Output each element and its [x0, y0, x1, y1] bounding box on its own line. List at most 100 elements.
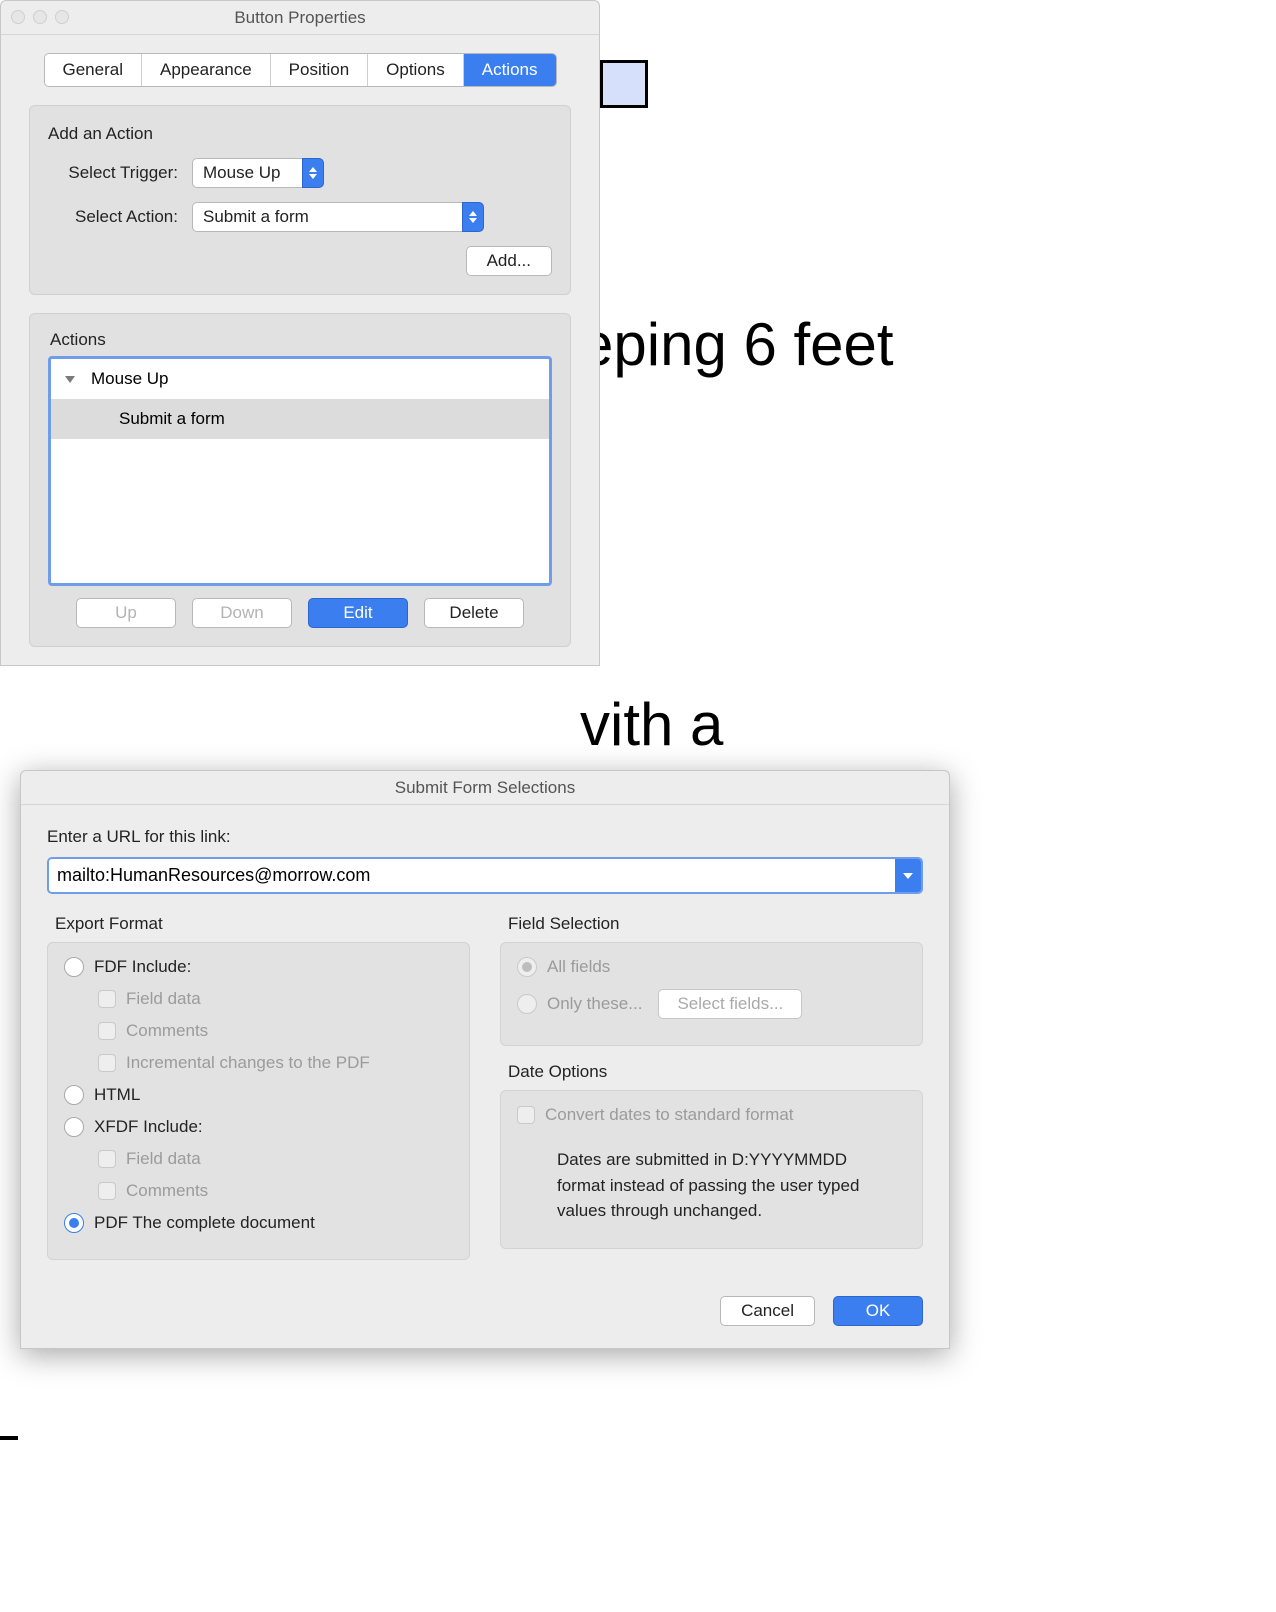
trigger-value: Mouse Up: [192, 158, 302, 188]
actions-item-label: Submit a form: [119, 409, 225, 429]
radio-xfdf[interactable]: XFDF Include:: [64, 1117, 453, 1137]
right-column: Field Selection All fields Only these...…: [500, 914, 923, 1276]
radio-label: FDF Include:: [94, 957, 191, 977]
check-convert-dates: Convert dates to standard format: [517, 1105, 906, 1125]
checkbox-icon: [98, 1054, 116, 1072]
radio-icon: [64, 957, 84, 977]
button-properties-window: Button Properties General Appearance Pos…: [0, 0, 600, 666]
bg-button-preview: [600, 60, 648, 108]
url-input[interactable]: [49, 859, 895, 892]
url-label: Enter a URL for this link:: [47, 827, 923, 847]
checkbox-icon: [98, 1182, 116, 1200]
trigger-select[interactable]: Mouse Up: [192, 158, 324, 188]
chevron-updown-icon: [462, 202, 484, 232]
chevron-updown-icon: [302, 158, 324, 188]
add-action-heading: Add an Action: [48, 124, 552, 144]
radio-fdf[interactable]: FDF Include:: [64, 957, 453, 977]
up-button[interactable]: Up: [76, 598, 176, 628]
url-combobox[interactable]: [47, 857, 923, 894]
radio-icon: [517, 957, 537, 977]
check-label: Comments: [126, 1181, 208, 1201]
radio-label: PDF The complete document: [94, 1213, 315, 1233]
check-fdf-incremental: Incremental changes to the PDF: [98, 1053, 453, 1073]
bg-line: [0, 1436, 18, 1440]
titlebar[interactable]: Submit Form Selections: [21, 771, 949, 805]
checkbox-icon: [98, 1150, 116, 1168]
actions-item-submit-form[interactable]: Submit a form: [51, 399, 549, 439]
bg-text-1: eping 6 feet: [580, 310, 894, 379]
radio-all-fields: All fields: [517, 957, 906, 977]
add-action-panel: Add an Action Select Trigger: Mouse Up S…: [29, 105, 571, 295]
check-label: Incremental changes to the PDF: [126, 1053, 370, 1073]
tab-segment: General Appearance Position Options Acti…: [44, 53, 557, 87]
actions-item-label: Mouse Up: [91, 369, 168, 389]
disclosure-triangle-icon[interactable]: [65, 376, 75, 383]
down-button[interactable]: Down: [192, 598, 292, 628]
actions-list[interactable]: Mouse Up Submit a form: [48, 356, 552, 586]
actions-button-row: Up Down Edit Delete: [48, 598, 552, 628]
bg-text-2: vith a: [580, 690, 723, 759]
ok-button[interactable]: OK: [833, 1296, 923, 1326]
check-label: Convert dates to standard format: [545, 1105, 794, 1125]
radio-label: All fields: [547, 957, 610, 977]
titlebar[interactable]: Button Properties: [1, 1, 599, 35]
edit-button[interactable]: Edit: [308, 598, 408, 628]
add-button[interactable]: Add...: [466, 246, 552, 276]
export-format-panel: FDF Include: Field data Comments Increme…: [47, 942, 470, 1260]
check-xfdf-field-data: Field data: [98, 1149, 453, 1169]
radio-label: XFDF Include:: [94, 1117, 203, 1137]
window-title: Submit Form Selections: [395, 778, 575, 798]
check-fdf-field-data: Field data: [98, 989, 453, 1009]
radio-html[interactable]: HTML: [64, 1085, 453, 1105]
export-format-heading: Export Format: [55, 914, 470, 934]
check-label: Field data: [126, 989, 201, 1009]
zoom-icon[interactable]: [55, 10, 69, 24]
check-label: Field data: [126, 1149, 201, 1169]
action-row: Select Action: Submit a form: [48, 202, 552, 232]
action-select[interactable]: Submit a form: [192, 202, 484, 232]
checkbox-icon: [517, 1106, 535, 1124]
window-title: Button Properties: [234, 8, 365, 28]
trigger-row: Select Trigger: Mouse Up: [48, 158, 552, 188]
checkbox-icon: [98, 990, 116, 1008]
window-controls: [11, 10, 69, 24]
tab-bar: General Appearance Position Options Acti…: [1, 35, 599, 105]
action-label: Select Action:: [48, 207, 178, 227]
dialog-footer: Cancel OK: [47, 1296, 923, 1326]
radio-icon: [517, 994, 537, 1014]
tab-options[interactable]: Options: [368, 54, 464, 86]
radio-icon: [64, 1117, 84, 1137]
check-fdf-comments: Comments: [98, 1021, 453, 1041]
submit-form-selections-window: Submit Form Selections Enter a URL for t…: [20, 770, 950, 1349]
actions-heading: Actions: [50, 330, 552, 350]
radio-label: HTML: [94, 1085, 140, 1105]
radio-only-these: Only these... Select fields...: [517, 989, 906, 1019]
action-value: Submit a form: [192, 202, 462, 232]
radio-label: Only these...: [547, 994, 642, 1014]
minimize-icon[interactable]: [33, 10, 47, 24]
tab-appearance[interactable]: Appearance: [142, 54, 271, 86]
trigger-label: Select Trigger:: [48, 163, 178, 183]
field-selection-heading: Field Selection: [508, 914, 923, 934]
actions-panel: Actions Mouse Up Submit a form Up Down E…: [29, 313, 571, 647]
select-fields-button: Select fields...: [658, 989, 802, 1019]
tab-position[interactable]: Position: [271, 54, 368, 86]
checkbox-icon: [98, 1022, 116, 1040]
export-format-column: Export Format FDF Include: Field data Co…: [47, 914, 470, 1276]
check-xfdf-comments: Comments: [98, 1181, 453, 1201]
chevron-down-icon[interactable]: [895, 859, 921, 892]
field-selection-panel: All fields Only these... Select fields..…: [500, 942, 923, 1046]
date-note: Dates are submitted in D:YYYYMMDD format…: [517, 1137, 906, 1234]
date-options-panel: Convert dates to standard format Dates a…: [500, 1090, 923, 1249]
check-label: Comments: [126, 1021, 208, 1041]
cancel-button[interactable]: Cancel: [720, 1296, 815, 1326]
radio-pdf[interactable]: PDF The complete document: [64, 1213, 453, 1233]
actions-item-mouse-up[interactable]: Mouse Up: [51, 359, 549, 399]
close-icon[interactable]: [11, 10, 25, 24]
delete-button[interactable]: Delete: [424, 598, 524, 628]
tab-general[interactable]: General: [45, 54, 142, 86]
radio-icon: [64, 1085, 84, 1105]
date-options-heading: Date Options: [508, 1062, 923, 1082]
tab-actions[interactable]: Actions: [464, 54, 556, 86]
radio-icon: [64, 1213, 84, 1233]
